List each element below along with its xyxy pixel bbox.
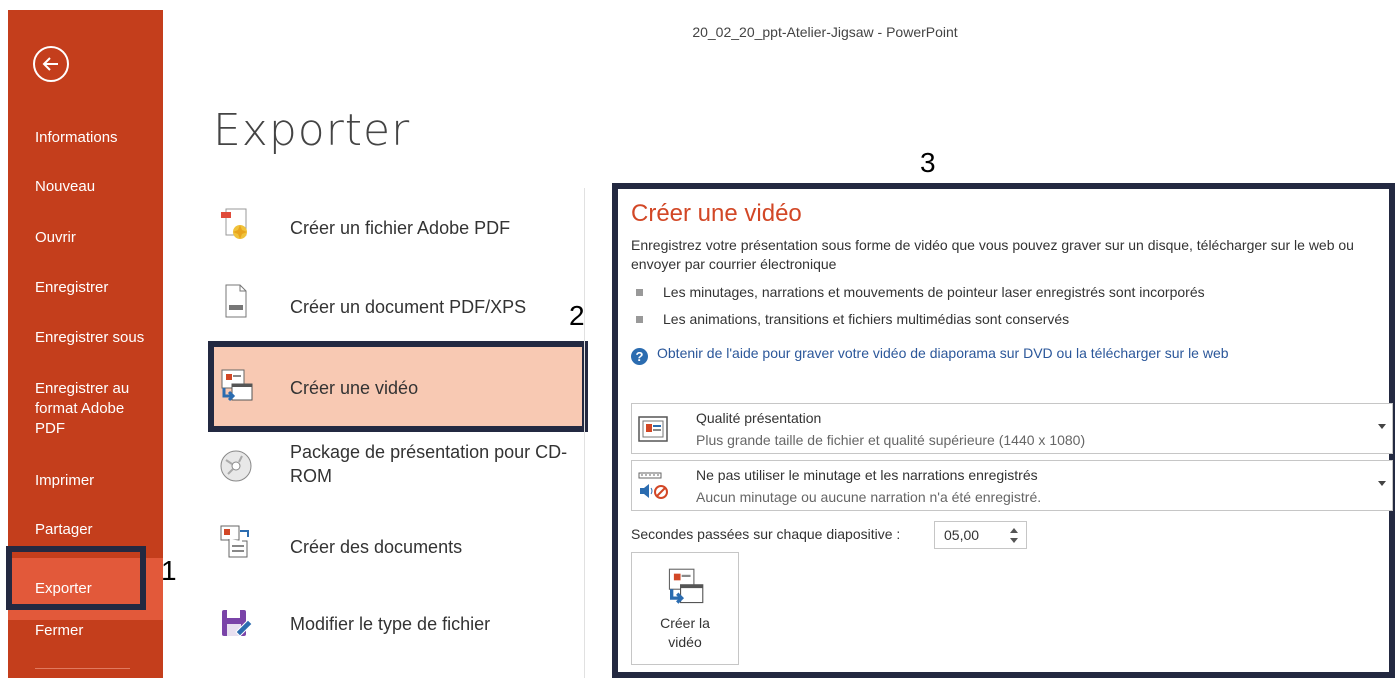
option-package-cd[interactable]: Package de présentation pour CD-ROM <box>212 436 582 500</box>
option-create-handouts[interactable]: Créer des documents <box>212 517 582 577</box>
window-title: 20_02_20_ppt-Atelier-Jigsaw - PowerPoint <box>692 24 958 40</box>
create-video-label-line2: vidéo <box>668 634 702 650</box>
option-change-file-type[interactable]: Modifier le type de fichier <box>212 596 582 652</box>
callout-box-1 <box>6 546 146 610</box>
nav-item-nouveau[interactable]: Nouveau <box>8 177 163 197</box>
nav-item-ouvrir[interactable]: Ouvrir <box>8 228 163 248</box>
panel-description: Enregistrez votre présentation sous form… <box>631 237 1354 272</box>
bullet-square-icon <box>636 316 643 323</box>
chevron-down-icon <box>1378 481 1386 486</box>
quality-dropdown[interactable]: Qualité présentation Plus grande taille … <box>631 403 1393 454</box>
cd-rom-icon <box>218 448 254 484</box>
nav-separator <box>35 668 130 669</box>
option-label: Modifier le type de fichier <box>290 614 491 634</box>
bullet-square-icon <box>636 289 643 296</box>
create-video-button[interactable]: Créer la vidéo <box>631 552 739 665</box>
option-create-pdf-xps[interactable]: Créer un document PDF/XPS <box>212 275 582 335</box>
panel-title: Créer une vidéo <box>631 200 802 227</box>
spin-up-icon[interactable] <box>1010 528 1018 533</box>
bullet-text: Les minutages, narrations et mouvements … <box>663 284 1205 300</box>
nav-item-informations[interactable]: Informations <box>8 128 163 148</box>
save-as-filetype-icon <box>218 606 254 642</box>
presentation-quality-icon <box>637 413 669 445</box>
nav-item-enregistrer-pdf[interactable]: Enregistrer au format Adobe PDF <box>8 379 148 439</box>
pdf-xps-document-icon <box>218 283 254 319</box>
callout-box-2 <box>208 341 588 432</box>
option-create-adobe-pdf[interactable]: Créer un fichier Adobe PDF <box>212 200 582 256</box>
create-video-label: Créer la vidéo <box>632 614 738 652</box>
chevron-down-icon <box>1378 424 1386 429</box>
callout-number-2: 2 <box>569 300 585 331</box>
quality-title: Qualité présentation <box>696 410 822 426</box>
page-title: Exporter <box>213 105 411 156</box>
option-label: Package de présentation pour CD-ROM <box>290 442 568 486</box>
nav-item-enregistrer-sous[interactable]: Enregistrer sous <box>8 328 163 348</box>
callout-number-1: 1 <box>161 555 177 586</box>
adobe-pdf-icon <box>218 206 254 242</box>
column-divider <box>584 188 585 678</box>
help-link-text[interactable]: Obtenir de l'aide pour graver votre vidé… <box>657 345 1229 361</box>
option-label: Créer un fichier Adobe PDF <box>290 218 511 238</box>
no-narration-icon <box>637 470 669 502</box>
question-circle-icon: ? <box>631 348 648 365</box>
video-icon <box>665 567 705 607</box>
timing-subtitle: Aucun minutage ou aucune narration n'a é… <box>696 489 1042 505</box>
option-label: Créer un document PDF/XPS <box>290 297 527 317</box>
nav-item-imprimer[interactable]: Imprimer <box>8 471 163 491</box>
timing-dropdown[interactable]: Ne pas utiliser le minutage et les narra… <box>631 460 1393 511</box>
timing-title: Ne pas utiliser le minutage et les narra… <box>696 467 1038 483</box>
seconds-value[interactable]: 05,00 <box>944 527 979 543</box>
nav-item-enregistrer[interactable]: Enregistrer <box>8 278 163 298</box>
nav-item-fermer[interactable]: Fermer <box>8 621 163 641</box>
spin-down-icon[interactable] <box>1010 538 1018 543</box>
callout-number-3: 3 <box>920 147 936 178</box>
help-link[interactable]: ? Obtenir de l'aide pour graver votre vid… <box>631 345 1229 365</box>
create-video-label-line1: Créer la <box>660 615 710 631</box>
quality-subtitle: Plus grande taille de fichier et qualité… <box>696 432 1086 448</box>
back-arrow-circle-icon[interactable] <box>33 46 69 82</box>
option-label: Créer des documents <box>290 537 463 557</box>
nav-item-partager[interactable]: Partager <box>8 520 163 540</box>
handouts-icon <box>218 523 254 559</box>
seconds-label: Secondes passées sur chaque diapositive … <box>631 526 901 542</box>
bullet-text: Les animations, transitions et fichiers … <box>663 311 1070 327</box>
seconds-spinner[interactable]: 05,00 <box>934 521 1027 549</box>
